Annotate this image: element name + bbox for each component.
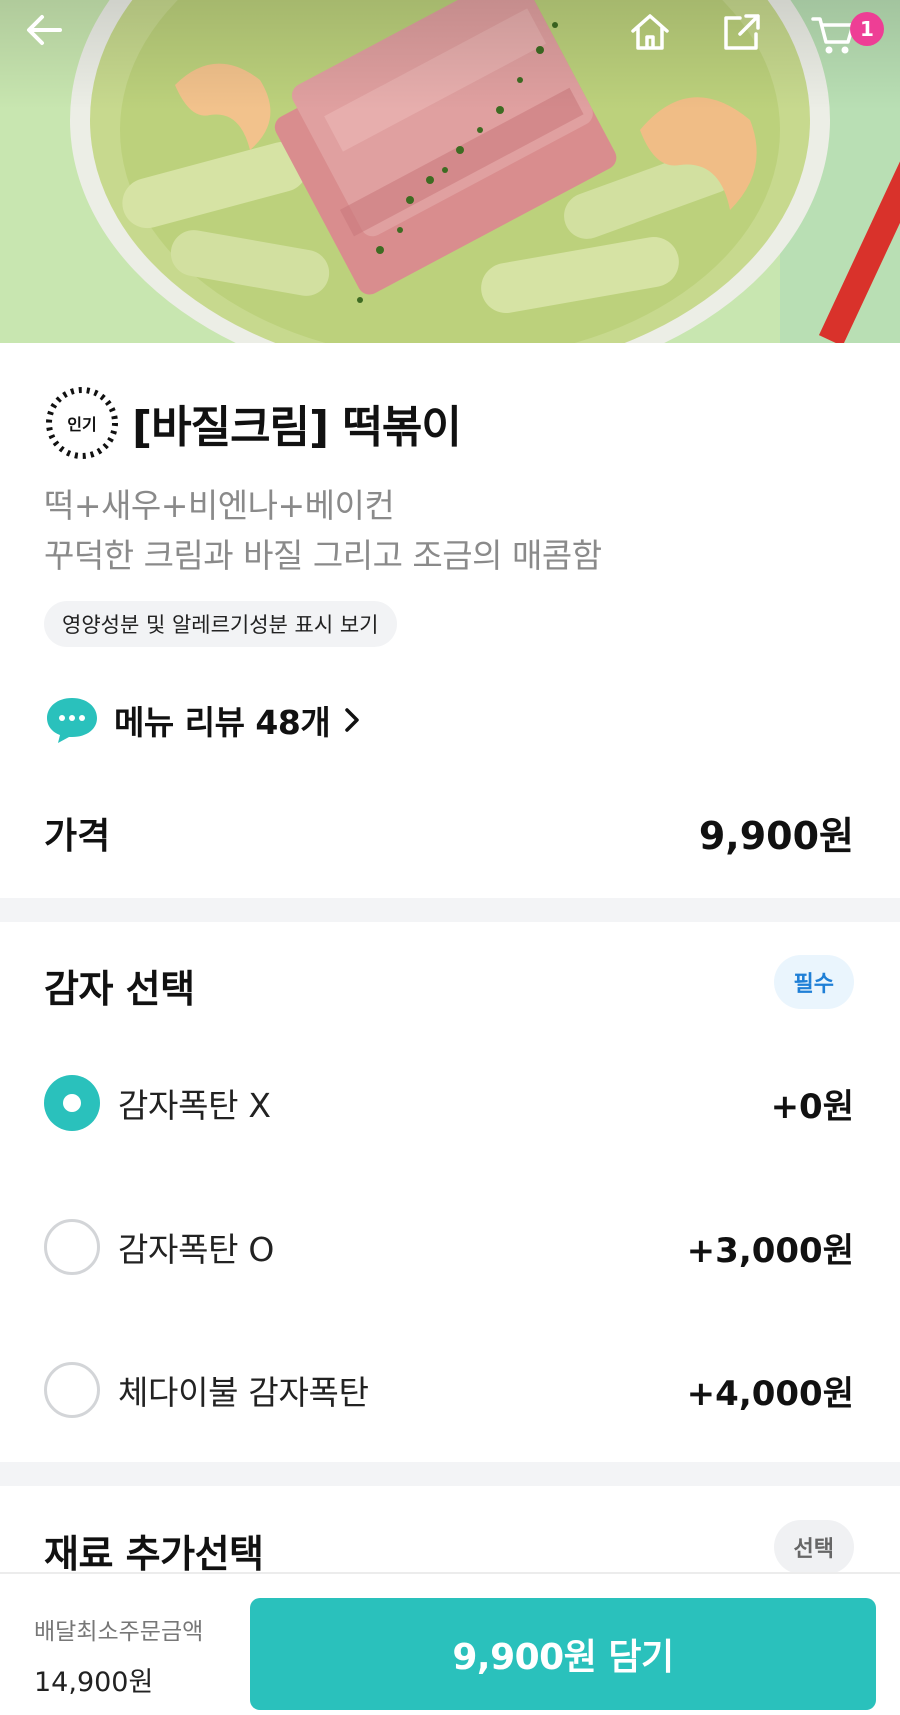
menu-info-section: 인기 [바질크림] 떡볶이 떡+새우+비엔나+베이컨 꾸덕한 크림과 바질 그리… [0, 343, 900, 898]
menu-description: 떡+새우+비엔나+베이컨 꾸덕한 크림과 바질 그리고 조금의 매콤함 [44, 481, 602, 581]
radio-unselected[interactable] [44, 1362, 100, 1418]
description-line-2: 꾸덕한 크림과 바질 그리고 조금의 매콤함 [44, 536, 602, 575]
option-price: +3,000원 [686, 1230, 854, 1271]
option-name: 감자폭탄 O [118, 1230, 275, 1269]
cart-button[interactable]: 1 [810, 10, 884, 74]
speech-bubble-icon [47, 698, 97, 743]
option-name: 체다이불 감자폭탄 [118, 1373, 369, 1412]
price-row: 가격 9,900원 [44, 805, 854, 860]
radio-selected[interactable] [44, 1075, 100, 1131]
home-icon [631, 14, 669, 50]
option-price: +4,000원 [686, 1373, 854, 1414]
cart-count-badge: 1 [850, 12, 884, 46]
popular-badge-label: 인기 [67, 415, 97, 434]
bottom-order-bar: 배달최소주문금액 14,900원 9,900원 담기 [0, 1572, 900, 1715]
price-value: 9,900원 [698, 814, 854, 858]
nutrition-info-link[interactable]: 영양성분 및 알레르기성분 표시 보기 [44, 601, 397, 647]
home-button[interactable] [628, 10, 692, 74]
arrow-left-icon [27, 15, 62, 45]
menu-photo: 1 [0, 0, 900, 343]
share-icon [724, 14, 760, 50]
option-price: +0원 [770, 1086, 854, 1127]
popular-badge: 인기 [44, 385, 120, 461]
option-name: 감자폭탄 X [118, 1086, 271, 1125]
potato-option-2[interactable]: 감자폭탄 O +3,000원 [44, 1217, 854, 1277]
optional-tag: 선택 [773, 1520, 854, 1574]
topping-group-title: 재료 추가선택 [44, 1532, 264, 1576]
potato-option-1[interactable]: 감자폭탄 X +0원 [44, 1073, 854, 1133]
potato-group-title: 감자 선택 [44, 967, 195, 1011]
radio-unselected[interactable] [44, 1219, 100, 1275]
chevron-right-icon [345, 708, 359, 732]
menu-title: [바질크림] 떡볶이 [132, 402, 462, 453]
required-tag: 필수 [773, 955, 854, 1009]
section-divider [0, 898, 900, 922]
back-button[interactable] [24, 10, 88, 74]
share-button[interactable] [720, 10, 784, 74]
description-line-1: 떡+새우+비엔나+베이컨 [44, 486, 395, 525]
min-order-value: 14,900원 [34, 1667, 154, 1698]
section-divider [0, 1462, 900, 1486]
menu-review-link[interactable]: 메뉴 리뷰 48개 [44, 695, 362, 745]
add-to-cart-button[interactable]: 9,900원 담기 [250, 1598, 876, 1710]
potato-option-3[interactable]: 체다이불 감자폭탄 +4,000원 [44, 1360, 854, 1420]
min-order-label: 배달최소주문금액 [34, 1619, 204, 1645]
review-link-label: 메뉴 리뷰 48개 [114, 703, 331, 742]
title-row: 인기 [바질크림] 떡볶이 [44, 385, 462, 461]
price-label: 가격 [44, 815, 111, 857]
